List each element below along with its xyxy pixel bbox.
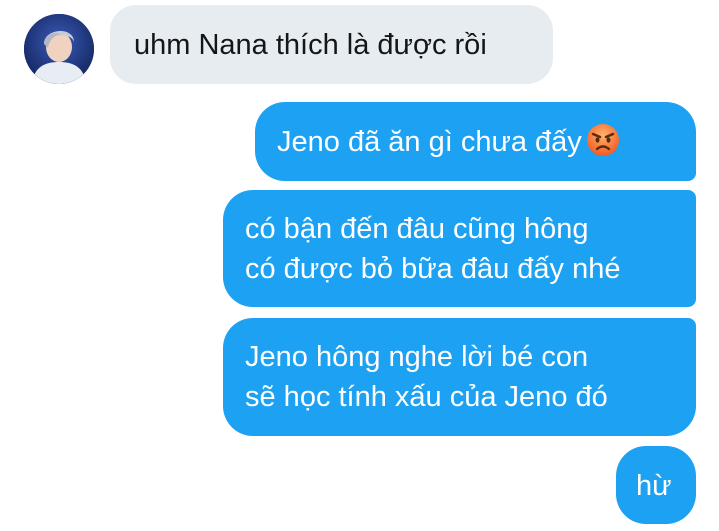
- contact-avatar[interactable]: [24, 14, 94, 84]
- message-line: có bận đến đâu cũng hông: [245, 213, 589, 245]
- message-line: có được bỏ bữa đâu đấy nhé: [245, 253, 621, 285]
- message-text: uhm Nana thích là được rồi: [134, 29, 487, 61]
- sent-message-4[interactable]: hừ: [616, 446, 696, 524]
- message-line: Jeno hông nghe lời bé con: [245, 341, 589, 373]
- avatar-photo-icon: [24, 14, 94, 84]
- message-text: hừ: [636, 470, 672, 502]
- sent-message-3[interactable]: Jeno hông nghe lời bé con sẽ học tính xấ…: [223, 318, 696, 436]
- message-line: sẽ học tính xấu của Jeno đó: [245, 381, 608, 413]
- message-text: Jeno đã ăn gì chưa đấy: [277, 126, 582, 158]
- received-message-1[interactable]: uhm Nana thích là được rồi: [110, 5, 553, 84]
- sent-message-2[interactable]: có bận đến đâu cũng hông có được bỏ bữa …: [223, 190, 696, 307]
- sent-message-1[interactable]: Jeno đã ăn gì chưa đấy: [255, 102, 696, 181]
- angry-face-emoji-icon: [586, 123, 620, 168]
